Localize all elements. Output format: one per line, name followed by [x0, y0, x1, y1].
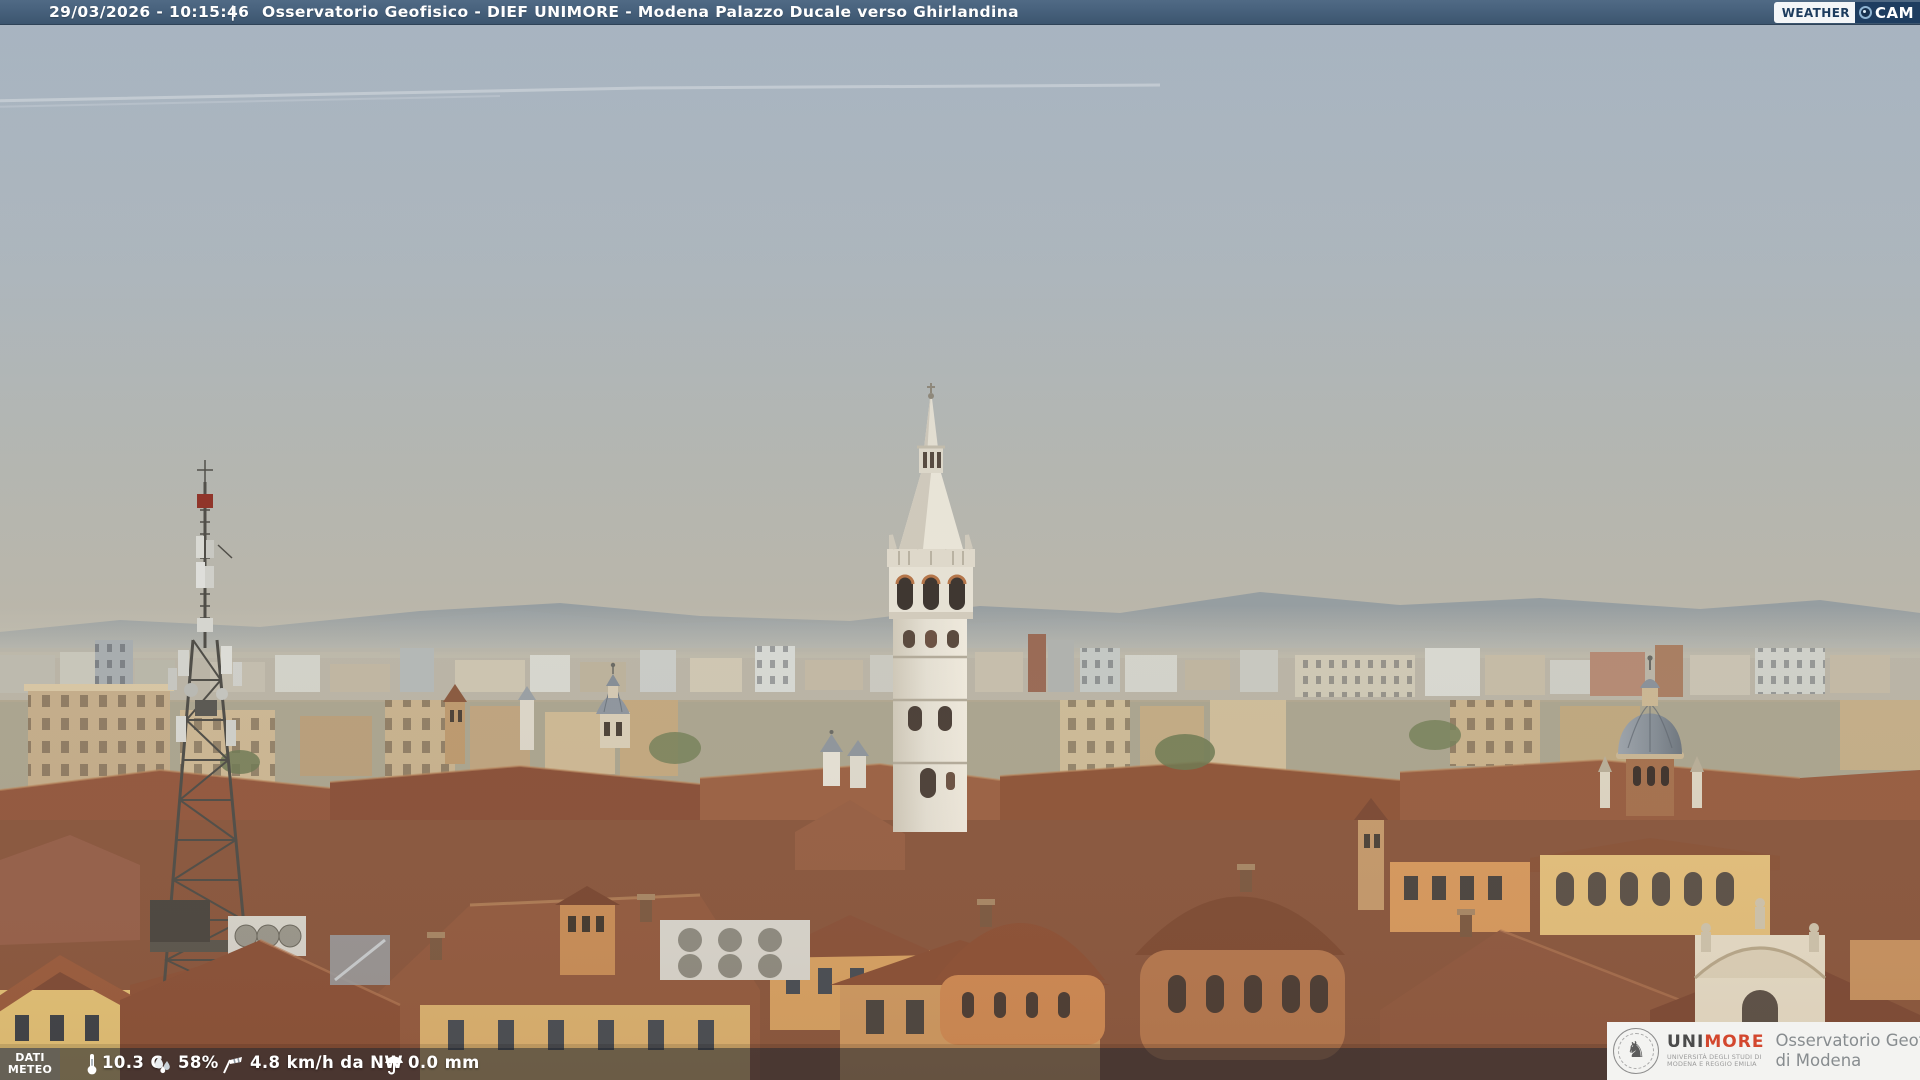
atmosphere-overlay: [0, 0, 1920, 1080]
humidity-value: 58%: [178, 1053, 219, 1072]
weathercam-weather-text: WEATHER: [1781, 5, 1850, 20]
unimore-subtitle-line2: MODENA E REGGIO EMILIA: [1667, 1060, 1757, 1068]
header-bar: 29/03/2026 - 10:15:46 | Osservatorio Geo…: [0, 0, 1920, 25]
weathercam-cam-text: CAM: [1874, 3, 1914, 22]
webcam-frame: 29/03/2026 - 10:15:46 | Osservatorio Geo…: [0, 0, 1920, 1080]
weathercam-logo-weather: WEATHER: [1773, 2, 1855, 23]
dati-label-line2: METEO: [7, 1063, 53, 1076]
observatory-name-line2: di Modena: [1775, 1051, 1862, 1070]
unimore-brand-uni: UNI: [1667, 1031, 1705, 1052]
weathercam-logo: WEATHER CAM: [1773, 2, 1920, 23]
observatory-name-line1: Osservatorio Geofisico: [1775, 1031, 1920, 1050]
unimore-logo-box: ♞ UNIMORE UNIVERSITÀ DEGLI STUDI DI MODE…: [1607, 1022, 1920, 1080]
unimore-seal-icon: ♞: [1613, 1028, 1659, 1074]
weathercam-logo-cam: CAM: [1854, 2, 1920, 23]
observatory-name: Osservatorio Geofisico di Modena: [1775, 1031, 1920, 1071]
thermometer-icon: [87, 1054, 97, 1075]
umbrella-icon: [385, 1056, 403, 1075]
webcam-photo-modena-cityscape: [0, 0, 1920, 1080]
header-separator: |: [230, 3, 237, 21]
unimore-brand-more: MORE: [1704, 1031, 1765, 1052]
dati-meteo-label: DATI METEO: [0, 1048, 60, 1080]
windsock-icon: [223, 1057, 242, 1074]
header-datetime: 29/03/2026 - 10:15:46: [49, 3, 250, 21]
precipitation-value: 0.0 mm: [408, 1053, 480, 1072]
camera-lens-icon: [1858, 6, 1872, 19]
unimore-brand: UNIMORE UNIVERSITÀ DEGLI STUDI DI MODENA…: [1667, 1031, 1765, 1069]
header-title: Osservatorio Geofisico - DIEF UNIMORE - …: [262, 3, 1019, 21]
wind-value: 4.8 km/h da NW: [250, 1053, 403, 1072]
humidity-drops-icon: [155, 1056, 170, 1074]
